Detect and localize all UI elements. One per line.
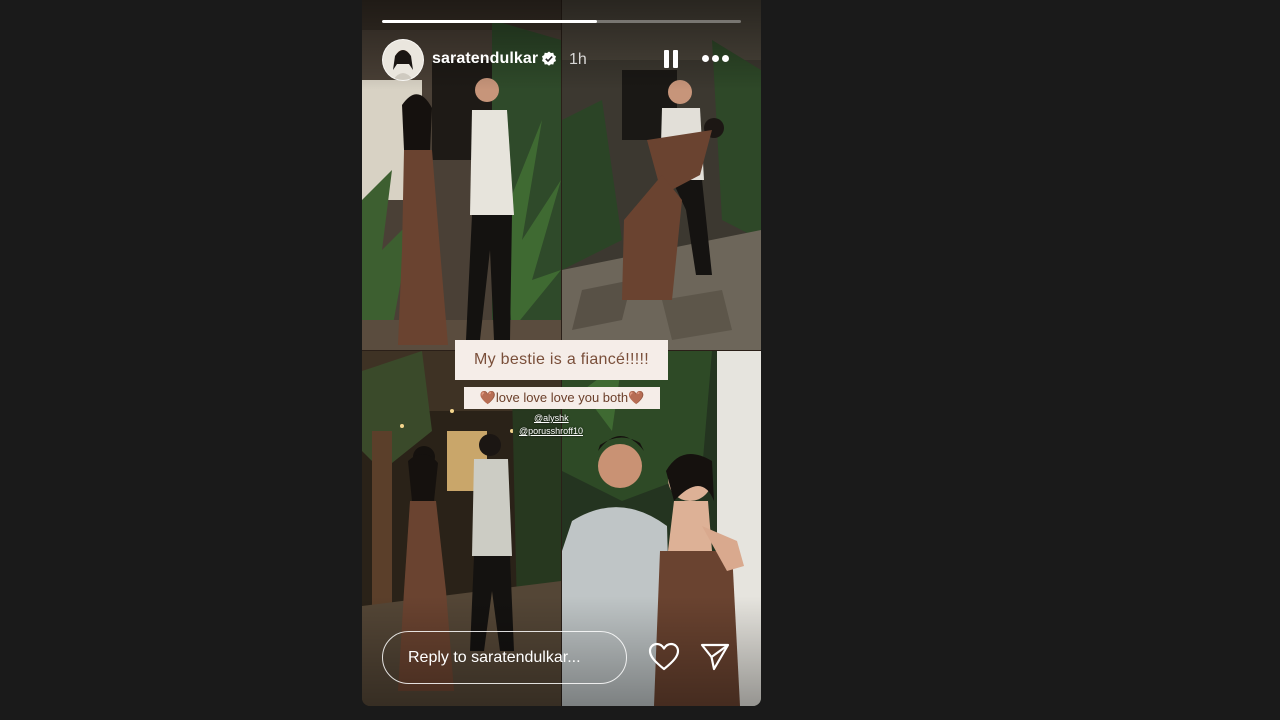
pause-icon[interactable]: [663, 50, 679, 68]
story-progress-bar: [382, 20, 741, 23]
story-progress-fill: [382, 20, 598, 23]
verified-badge-icon: [542, 51, 556, 66]
send-icon[interactable]: [699, 642, 731, 672]
mention-tag-2[interactable]: @porusshroff10: [519, 426, 583, 436]
story-username[interactable]: saratendulkar: [432, 50, 538, 68]
story-header: saratendulkar 1h: [382, 39, 741, 81]
reply-input[interactable]: Reply to saratendulkar...: [382, 631, 627, 684]
story-timestamp: 1h: [569, 51, 587, 68]
more-options-icon[interactable]: [702, 51, 730, 67]
caption-sticker-love: 🤎love love love you both🤎: [464, 387, 660, 409]
mention-tag-1[interactable]: @alyshk: [534, 413, 569, 423]
story-viewer[interactable]: saratendulkar 1h My bestie is a fiancé!!…: [362, 0, 761, 706]
profile-avatar[interactable]: [382, 39, 424, 81]
caption-sticker-main: My bestie is a fiancé!!!!!: [455, 340, 668, 380]
heart-icon[interactable]: [648, 642, 680, 672]
